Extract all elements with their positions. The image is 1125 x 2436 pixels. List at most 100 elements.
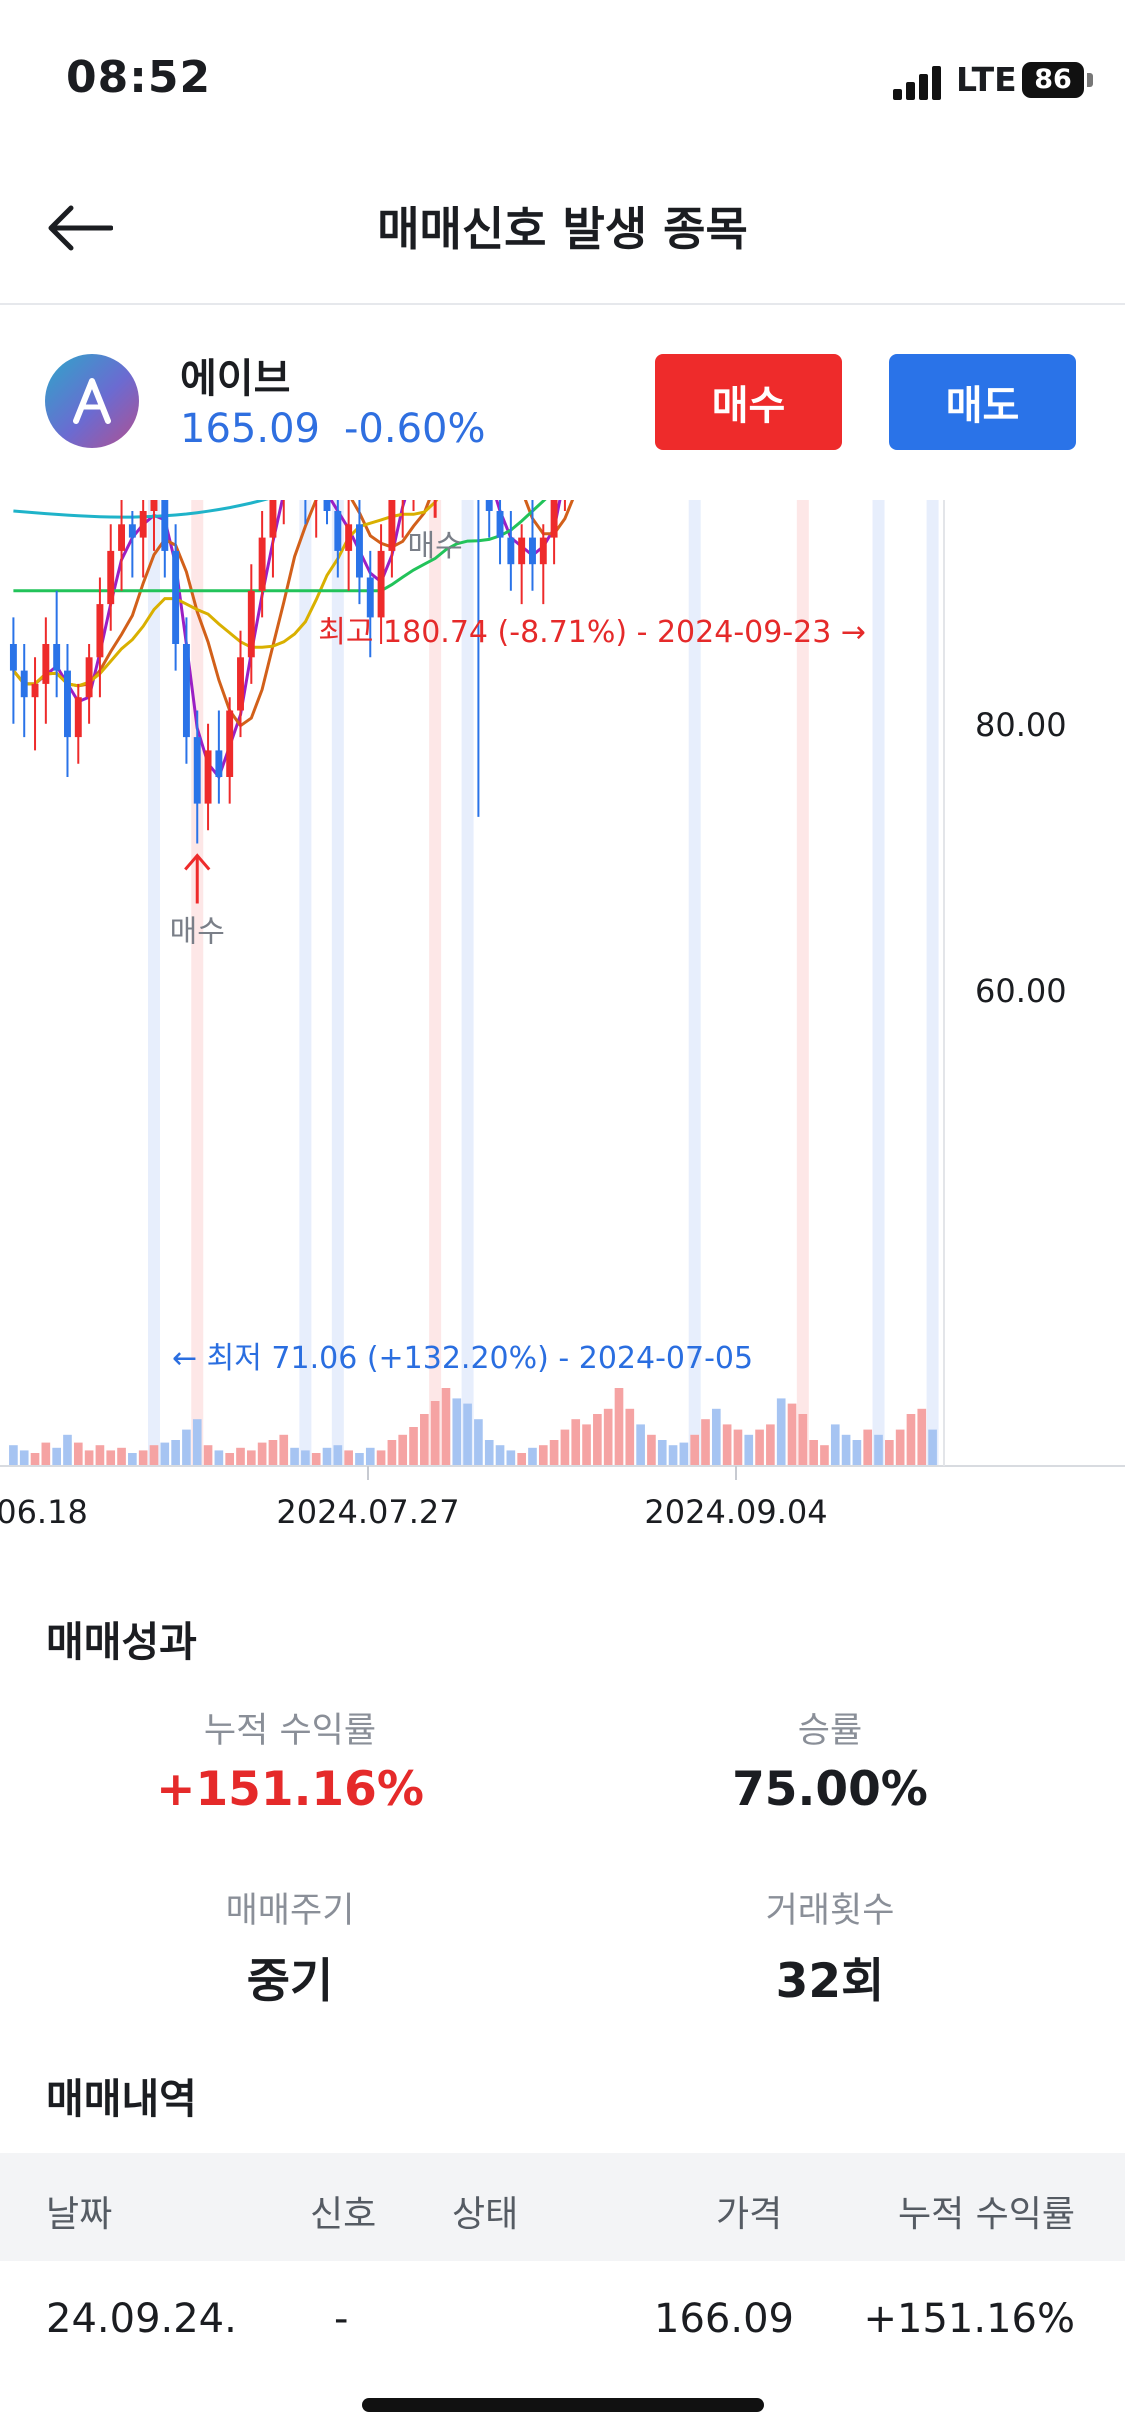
- stock-change: -0.60%: [343, 406, 486, 452]
- col-date: 날짜: [46, 2194, 113, 2235]
- candle-body: [529, 537, 536, 565]
- row-cum-return: +151.16%: [863, 2296, 1075, 2342]
- stock-price-row: 165.09 -0.60%: [180, 406, 485, 452]
- volume-bar: [495, 1445, 505, 1466]
- volume-bar: [463, 1403, 472, 1466]
- candle-body: [518, 537, 526, 565]
- volume-bar: [506, 1450, 516, 1466]
- candle-body: [496, 511, 504, 538]
- volume-bar: [387, 1440, 397, 1466]
- trade-count-label: 거래횟수: [765, 1891, 895, 1931]
- volume-bar: [538, 1445, 548, 1466]
- performance-title: 매매성과: [46, 1618, 197, 1666]
- volume-bar: [365, 1447, 375, 1466]
- volume-bar: [701, 1419, 710, 1466]
- volume-bar: [917, 1408, 927, 1466]
- volume-bar: [668, 1445, 678, 1466]
- volume-bar: [657, 1440, 667, 1466]
- cellular-signal-icon: [893, 66, 941, 100]
- candle-body: [377, 550, 385, 618]
- status-time: 08:52: [66, 52, 212, 103]
- volume-bar: [30, 1453, 40, 1466]
- volume-bar: [798, 1414, 808, 1466]
- aave-logo-icon: [73, 378, 111, 424]
- volume-bar: [95, 1445, 105, 1466]
- volume-bar: [441, 1388, 451, 1466]
- candle-body: [215, 750, 223, 777]
- trade-count-value: 32회: [775, 1954, 885, 2009]
- sell-button[interactable]: 매도: [889, 354, 1076, 450]
- price-chart[interactable]: 매도매도매도매도매도매도매도매수매수매수최고 180.74 (-8.71%) -…: [0, 500, 1125, 1550]
- volume-bar: [409, 1427, 418, 1466]
- volume-bar: [376, 1450, 386, 1466]
- stock-header: 에이브 165.09 -0.60% 매수 매도: [0, 306, 1125, 496]
- volume-bar: [279, 1434, 289, 1466]
- win-rate-label: 승률: [797, 1711, 863, 1751]
- period-label: 매매주기: [225, 1891, 355, 1931]
- volume-bar: [820, 1445, 829, 1466]
- buy-signal-label: 매수: [408, 529, 463, 564]
- low-annotation: ← 최저 71.06 (+132.20%) - 2024-07-05: [172, 1341, 753, 1376]
- candle-body: [64, 670, 71, 738]
- table-row[interactable]: 24.09.24. - 166.09 +151.16%: [0, 2262, 1125, 2370]
- candle-body: [107, 550, 115, 605]
- volume-bar: [874, 1434, 883, 1466]
- volume-bar: [928, 1429, 937, 1466]
- candle-body: [53, 644, 61, 671]
- candle-body: [258, 537, 266, 591]
- battery-icon: 86: [1022, 62, 1084, 98]
- candle-body: [355, 524, 363, 578]
- x-tick-label: 2024.09.04: [644, 1493, 827, 1531]
- candle-body: [323, 500, 331, 511]
- volume-bar: [895, 1429, 905, 1466]
- volume-bar: [355, 1453, 364, 1466]
- volume-bar: [225, 1453, 235, 1466]
- buy-signal-band: [191, 500, 204, 1466]
- volume-bar: [549, 1440, 559, 1466]
- candle-body: [226, 710, 234, 777]
- x-tick-label: 06.18: [0, 1493, 88, 1531]
- volume-bar: [690, 1434, 700, 1466]
- candle-body: [20, 670, 28, 698]
- stock-price: 165.09: [180, 406, 320, 452]
- volume-bar: [636, 1424, 645, 1466]
- row-date: 24.09.24.: [46, 2296, 237, 2342]
- candle-body: [485, 500, 493, 511]
- candle-body: [193, 737, 201, 804]
- candle-body: [507, 537, 515, 565]
- candle-body: [550, 500, 558, 538]
- volume-bar: [246, 1450, 256, 1466]
- volume-bar: [420, 1414, 429, 1466]
- volume-bar: [301, 1450, 310, 1466]
- candle-body: [9, 644, 17, 671]
- volume-bar: [257, 1442, 267, 1466]
- candle-body: [31, 683, 39, 698]
- volume-bar: [733, 1429, 743, 1466]
- candle-body: [74, 697, 82, 738]
- candle-body: [96, 604, 104, 658]
- volume-bar: [766, 1424, 775, 1466]
- volume-bar: [236, 1447, 245, 1466]
- volume-bar: [171, 1440, 180, 1466]
- x-tick-label: 2024.07.27: [276, 1493, 459, 1531]
- history-table-header: 날짜 신호 상태 가격 누적 수익률: [0, 2153, 1125, 2261]
- candle-body: [269, 500, 277, 538]
- volume-bar: [571, 1419, 581, 1466]
- col-signal: 신호: [310, 2194, 377, 2235]
- candlestick-chart[interactable]: 매도매도매도매도매도매도매도매수매수매수최고 180.74 (-8.71%) -…: [0, 500, 1125, 1550]
- candle-body: [388, 500, 396, 551]
- volume-bar: [9, 1445, 18, 1466]
- cum-return-value: +151.16%: [156, 1762, 424, 1817]
- volume-bar: [722, 1424, 732, 1466]
- volume-bar: [192, 1419, 202, 1466]
- buy-button[interactable]: 매수: [655, 354, 842, 450]
- candle-body: [150, 500, 158, 511]
- candle-body: [85, 657, 93, 698]
- volume-bar: [84, 1450, 94, 1466]
- status-bar: 08:52 LTE 86: [0, 0, 1125, 150]
- candle-body: [247, 590, 255, 658]
- stock-logo: [45, 354, 139, 448]
- volume-bar: [63, 1434, 72, 1466]
- volume-bar: [322, 1447, 332, 1466]
- volume-bar: [484, 1440, 494, 1466]
